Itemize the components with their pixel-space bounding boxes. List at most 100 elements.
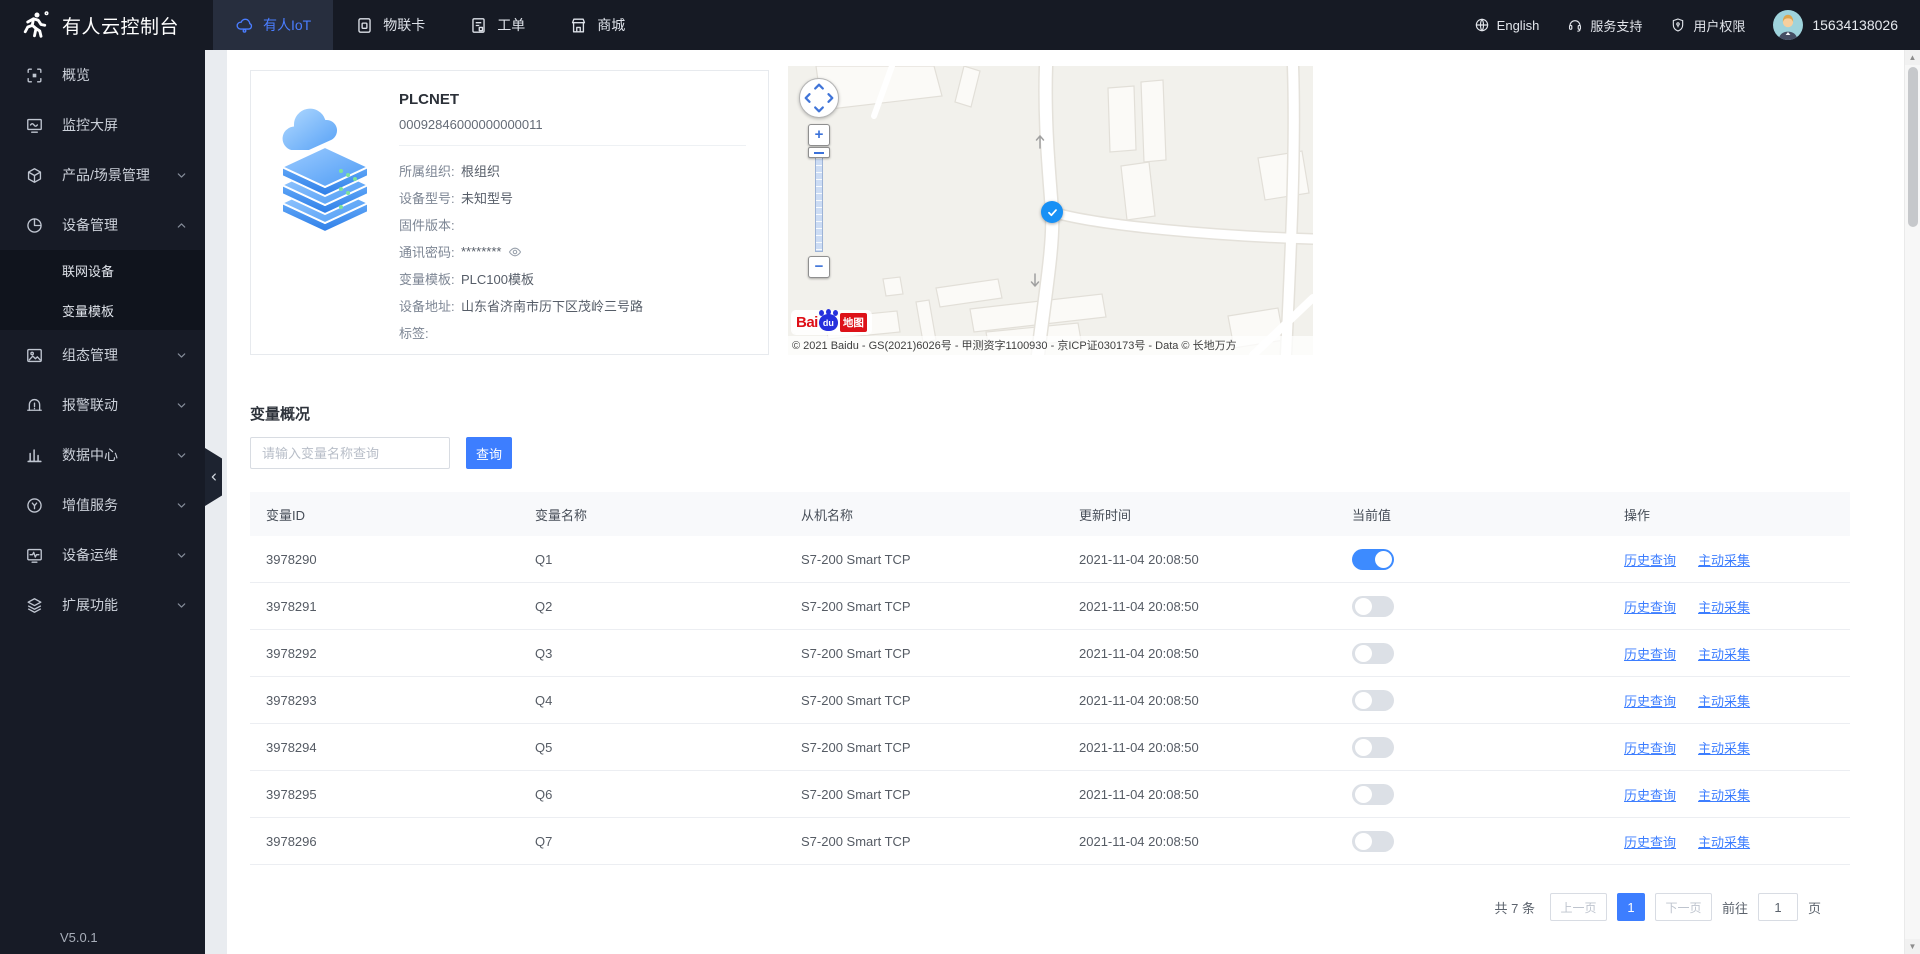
sidebar-item-monitor-screen[interactable]: 监控大屏: [0, 100, 205, 150]
work-order-icon: [469, 16, 488, 35]
sidebar-item-device-ops[interactable]: 设备运维: [0, 530, 205, 580]
product-icon: [25, 166, 44, 185]
variable-name: Q6: [535, 786, 553, 802]
history-query-link[interactable]: 历史查询: [1624, 600, 1676, 615]
device-serial-number: 00092846000000000011: [399, 117, 543, 132]
mall-icon: [569, 16, 588, 35]
map-zoom-out-button[interactable]: −: [808, 256, 830, 278]
slave-name: S7-200 Smart TCP: [801, 551, 911, 567]
current-value-toggle[interactable]: [1352, 642, 1394, 664]
sidebar-item-scada-mgmt[interactable]: 组态管理: [0, 330, 205, 380]
user-account[interactable]: 15634138026: [1773, 10, 1898, 40]
column-header: 更新时间: [1079, 507, 1132, 523]
sidebar-item-product-scene-mgmt[interactable]: 产品/场景管理: [0, 150, 205, 200]
history-query-link[interactable]: 历史查询: [1624, 788, 1676, 803]
column-header: 变量ID: [266, 507, 306, 523]
language-switch[interactable]: English: [1474, 17, 1539, 33]
variable-search-row: 查询: [250, 437, 512, 469]
device-icon: [25, 216, 44, 235]
eye-icon[interactable]: [508, 245, 522, 259]
toggle-knob: [1354, 738, 1372, 756]
variable-id: 3978291: [266, 598, 317, 614]
globe-icon: [1474, 17, 1490, 33]
variable-search-input[interactable]: [250, 437, 450, 469]
manual-collect-link[interactable]: 主动采集: [1698, 741, 1750, 756]
next-page-button[interactable]: 下一页: [1654, 893, 1712, 921]
current-value-toggle[interactable]: [1352, 736, 1394, 758]
toggle-knob: [1354, 785, 1372, 803]
table-row: 3978294 Q5 S7-200 Smart TCP 2021-11-04 20:0…: [250, 724, 1850, 771]
device-info-card: PLCNET 00092846000000000011 所属组织: 根组织 设备型号…: [250, 70, 769, 355]
sidebar-subitem-networked-devices[interactable]: 联网设备: [0, 250, 205, 290]
column-header: 当前值: [1352, 507, 1392, 523]
update-time: 2021-11-04 20:08:50: [1079, 833, 1199, 849]
update-time: 2021-11-04 20:08:50: [1079, 551, 1199, 567]
sidebar-item-device-mgmt[interactable]: 设备管理: [0, 200, 205, 250]
variable-name: Q1: [535, 551, 553, 567]
cloud-icon: [235, 16, 254, 35]
history-query-link[interactable]: 历史查询: [1624, 553, 1676, 568]
current-value-toggle[interactable]: [1352, 548, 1394, 570]
manual-collect-link[interactable]: 主动采集: [1698, 835, 1750, 850]
table-row: 3978295 Q6 S7-200 Smart TCP 2021-11-04 20:0…: [250, 771, 1850, 818]
sidebar-item-extended-functions[interactable]: 扩展功能: [0, 580, 205, 630]
prev-page-button[interactable]: 上一页: [1549, 893, 1607, 921]
slave-name: S7-200 Smart TCP: [801, 645, 911, 661]
sidebar-item-alarm-linkage[interactable]: 报警联动: [0, 380, 205, 430]
value-service-icon: [25, 496, 44, 515]
device-field-row: 通讯密码: ********: [399, 238, 746, 265]
brand: 有人云控制台: [0, 0, 205, 50]
sidebar-subitem-variable-templates[interactable]: 变量模板: [0, 290, 205, 330]
chevron-down-icon: [176, 550, 187, 561]
vertical-scrollbar[interactable]: ▲ ▼: [1904, 50, 1920, 954]
history-query-link[interactable]: 历史查询: [1624, 647, 1676, 662]
table-row: 3978293 Q4 S7-200 Smart TCP 2021-11-04 20:0…: [250, 677, 1850, 724]
service-support[interactable]: 服务支持: [1567, 16, 1642, 35]
manual-collect-link[interactable]: 主动采集: [1698, 694, 1750, 709]
history-query-link[interactable]: 历史查询: [1624, 694, 1676, 709]
header-tabs: 有人IoT 物联卡 工单 商城: [213, 0, 647, 50]
search-button[interactable]: 查询: [466, 437, 512, 469]
current-page-button[interactable]: 1: [1616, 893, 1645, 921]
scrollbar-thumb[interactable]: [1907, 67, 1918, 227]
scroll-down-arrow-icon[interactable]: ▼: [1905, 939, 1920, 954]
map-attribution: © 2021 Baidu - GS(2021)6026号 - 甲测资字11009…: [788, 336, 1313, 355]
chevron-down-icon: [176, 170, 187, 181]
sidebar-item-overview[interactable]: 概览: [0, 50, 205, 100]
history-query-link[interactable]: 历史查询: [1624, 835, 1676, 850]
current-value-toggle[interactable]: [1352, 689, 1394, 711]
goto-page-input[interactable]: [1757, 893, 1798, 921]
map-pan-control[interactable]: [799, 78, 839, 118]
sidebar-item-data-center[interactable]: 数据中心: [0, 430, 205, 480]
manual-collect-link[interactable]: 主动采集: [1698, 647, 1750, 662]
manual-collect-link[interactable]: 主动采集: [1698, 788, 1750, 803]
tab-usr-iot[interactable]: 有人IoT: [213, 0, 334, 50]
current-value-toggle[interactable]: [1352, 783, 1394, 805]
current-value-toggle[interactable]: [1352, 595, 1394, 617]
tab-iot-card[interactable]: 物联卡: [333, 0, 447, 50]
chevron-down-icon: [176, 400, 187, 411]
baidu-paw-icon: du: [818, 309, 838, 331]
device-location-marker[interactable]: [1041, 201, 1063, 223]
manual-collect-link[interactable]: 主动采集: [1698, 553, 1750, 568]
update-time: 2021-11-04 20:08:50: [1079, 598, 1199, 614]
manual-collect-link[interactable]: 主动采集: [1698, 600, 1750, 615]
current-value-toggle[interactable]: [1352, 830, 1394, 852]
update-time: 2021-11-04 20:08:50: [1079, 739, 1199, 755]
map-zoom-slider-handle[interactable]: [808, 147, 830, 158]
user-permission[interactable]: 用户权限: [1670, 16, 1745, 35]
tab-work-order[interactable]: 工单: [447, 0, 547, 50]
column-header: 变量名称: [535, 507, 588, 523]
history-query-link[interactable]: 历史查询: [1624, 741, 1676, 756]
tab-mall[interactable]: 商城: [547, 0, 647, 50]
location-map[interactable]: + − Bai du 地图 © 2021 Baidu - GS(2021)602…: [788, 66, 1313, 355]
scroll-up-arrow-icon[interactable]: ▲: [1905, 50, 1920, 65]
map-zoom-in-button[interactable]: +: [808, 124, 830, 146]
table-row: 3978290 Q1 S7-200 Smart TCP 2021-11-04 20:0…: [250, 536, 1850, 583]
total-count: 共 7 条: [1494, 900, 1535, 916]
slave-name: S7-200 Smart TCP: [801, 833, 911, 849]
map-zoom-track[interactable]: [815, 150, 823, 252]
sidebar-item-value-added-services[interactable]: 增值服务: [0, 480, 205, 530]
update-time: 2021-11-04 20:08:50: [1079, 786, 1199, 802]
pagination: 共 7 条 上一页 1 下一页 前往 页: [250, 893, 1850, 921]
